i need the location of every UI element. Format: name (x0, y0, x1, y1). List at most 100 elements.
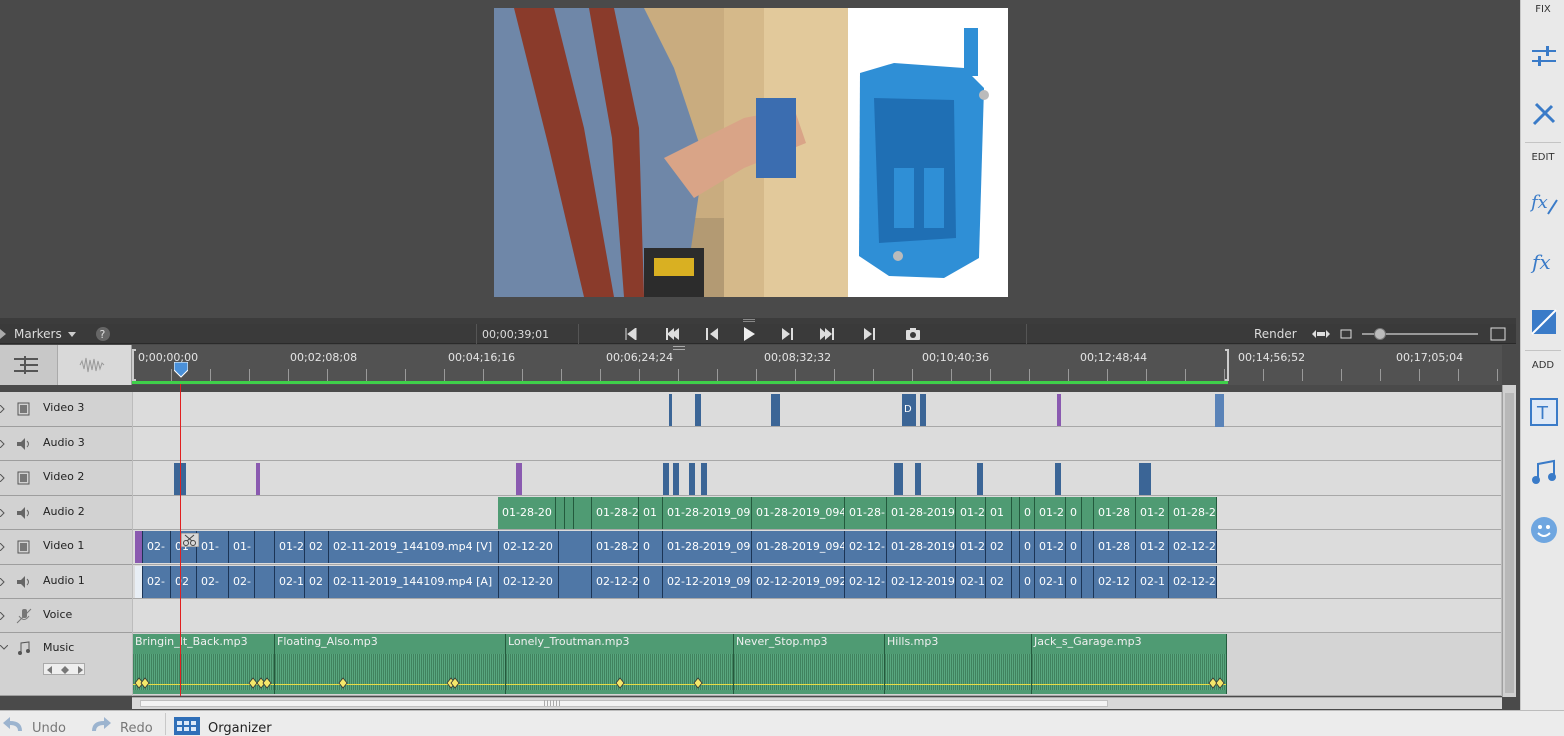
title-text-icon[interactable]: T (1530, 398, 1558, 426)
music-note-icon[interactable] (1530, 458, 1558, 486)
clip-audio2[interactable] (1012, 497, 1020, 529)
clip-audio2[interactable]: 01-28-2 (1169, 497, 1217, 529)
clip-audio2[interactable]: 01-28-2019_094 (752, 497, 845, 529)
clip[interactable] (669, 394, 672, 426)
clip-video1[interactable]: 01-28-2 (592, 531, 639, 563)
clip[interactable] (894, 463, 903, 495)
clip[interactable] (695, 394, 701, 426)
expanded-view-button[interactable] (0, 345, 58, 385)
work-area-end[interactable] (1225, 349, 1229, 381)
render-button[interactable]: Render (1254, 327, 1297, 341)
go-to-start-icon[interactable] (666, 328, 680, 340)
track-video2[interactable] (133, 461, 1501, 496)
clip[interactable] (701, 463, 707, 495)
timeline-horizontal-scrollbar[interactable] (132, 697, 1502, 709)
clip-audio1[interactable]: 02 (986, 566, 1012, 598)
track-header-audio3[interactable]: Audio 3 (0, 427, 132, 461)
expand-arrow-icon[interactable] (0, 578, 5, 586)
clip-audio1[interactable] (1012, 566, 1020, 598)
clip-audio1[interactable]: 0 (1066, 566, 1082, 598)
clip[interactable] (920, 394, 926, 426)
clip-audio2[interactable]: 01-28 (1094, 497, 1136, 529)
markers-toggle-icon[interactable] (0, 329, 8, 339)
clip[interactable] (977, 463, 983, 495)
clip-audio1[interactable]: 02-12-2019 (887, 566, 956, 598)
marker[interactable] (516, 463, 522, 495)
transitions-icon[interactable] (1530, 308, 1558, 336)
track-header-video1[interactable]: Video 1 (0, 530, 132, 565)
zoom-in-icon[interactable] (1490, 327, 1506, 341)
clip-video1[interactable]: 01-2 (1136, 531, 1169, 563)
zoom-slider-thumb[interactable] (1374, 328, 1386, 340)
go-to-previous-edit-icon[interactable] (624, 328, 638, 340)
go-to-end-icon[interactable] (820, 328, 834, 340)
work-area-start[interactable] (132, 349, 136, 381)
track-music[interactable]: Bringin_It_Back.mp3 Floating_Also.mp3 Lo… (133, 633, 1501, 696)
collapse-arrow-icon[interactable] (0, 645, 8, 650)
clip[interactable] (771, 394, 780, 426)
clip-video1[interactable]: 01-28-2019_09 (663, 531, 752, 563)
step-back-icon[interactable] (706, 328, 720, 340)
clip[interactable] (1055, 463, 1061, 495)
clip-audio1[interactable]: 02 (171, 566, 197, 598)
clip-video1[interactable]: 02- (143, 531, 171, 563)
track-video1[interactable]: 02- 01 01- 01- 01-2 02 02-11-2019_144109… (133, 530, 1501, 565)
track-header-video2[interactable]: Video 2 (0, 461, 132, 496)
current-timecode[interactable]: 00;00;39;01 (482, 328, 549, 341)
timeline-vertical-scrollbar[interactable] (1502, 385, 1516, 697)
track-video3[interactable]: D (133, 392, 1501, 460)
track-header-music[interactable]: Music (0, 633, 132, 696)
clip-audio2[interactable] (565, 497, 574, 529)
clip-video1[interactable]: 01-2 (1035, 531, 1066, 563)
clip-audio2[interactable] (574, 497, 592, 529)
track-header-voice[interactable]: Voice (0, 599, 132, 633)
clip[interactable] (673, 463, 679, 495)
clip-audio1[interactable] (1082, 566, 1094, 598)
clip-audio1[interactable]: 02- (197, 566, 229, 598)
clip[interactable]: D (902, 394, 916, 426)
fx-icon[interactable]: fx (1530, 248, 1558, 276)
clip-video1[interactable]: 02-11-2019_144109.mp4 [V] (329, 531, 499, 563)
clip-audio2[interactable]: 01-2 (1136, 497, 1169, 529)
expand-arrow-icon[interactable] (0, 612, 5, 620)
redo-icon[interactable] (88, 717, 112, 733)
preview-frame[interactable] (494, 8, 1008, 297)
clip-audio1[interactable]: 02-12-20 (499, 566, 559, 598)
clip-audio1[interactable]: 02-12- (845, 566, 887, 598)
clip-video1[interactable]: 01-2 (275, 531, 305, 563)
clip-audio1[interactable]: 02-1 (1136, 566, 1169, 598)
clip-audio2[interactable] (556, 497, 565, 529)
marker[interactable] (1057, 394, 1061, 426)
clip-audio2[interactable]: 01-28- (845, 497, 887, 529)
clip-audio1[interactable]: 0 (639, 566, 663, 598)
track-header-audio1[interactable]: Audio 1 (0, 565, 132, 599)
clip-video1[interactable]: 02-12-2 (1169, 531, 1217, 563)
clip-audio1[interactable]: 02-12 (1094, 566, 1136, 598)
clip-audio1[interactable]: 02-1 (275, 566, 305, 598)
clip-audio2[interactable]: 01 (639, 497, 663, 529)
clip-audio1[interactable]: 02- (143, 566, 171, 598)
clip-audio1[interactable]: 02-12-2 (1169, 566, 1217, 598)
clip-video1[interactable]: 01-2 (956, 531, 986, 563)
clip-video1[interactable]: 01-28-2019 (887, 531, 956, 563)
clip[interactable] (663, 463, 669, 495)
scroll-thumb[interactable] (1505, 393, 1514, 693)
clip-audio2[interactable]: 01 (986, 497, 1012, 529)
track-header-video3[interactable]: Video 3 (0, 392, 132, 427)
markers-menu[interactable]: Markers (14, 327, 62, 341)
undo-icon[interactable] (2, 717, 26, 733)
track-voice[interactable] (133, 599, 1501, 633)
clip-audio1[interactable]: 02-1 (956, 566, 986, 598)
clip-audio2[interactable]: 0 (1066, 497, 1082, 529)
track-audio2[interactable]: 01-28-20 01-28-2 01 01-28-2019_09 01-28-… (133, 496, 1501, 530)
clip-audio2[interactable]: 01-28-2 (592, 497, 639, 529)
clip-audio1[interactable]: 02-1 (1035, 566, 1066, 598)
scissors-icon[interactable] (181, 533, 199, 547)
clip-video1[interactable] (559, 531, 592, 563)
clip-audio1[interactable] (255, 566, 275, 598)
help-icon[interactable]: ? (95, 326, 111, 342)
clip-video1[interactable]: 02 (305, 531, 329, 563)
clip-audio1[interactable]: 02- (229, 566, 255, 598)
fit-timeline-icon[interactable] (1312, 329, 1330, 339)
clip-video1[interactable]: 0 (1020, 531, 1035, 563)
